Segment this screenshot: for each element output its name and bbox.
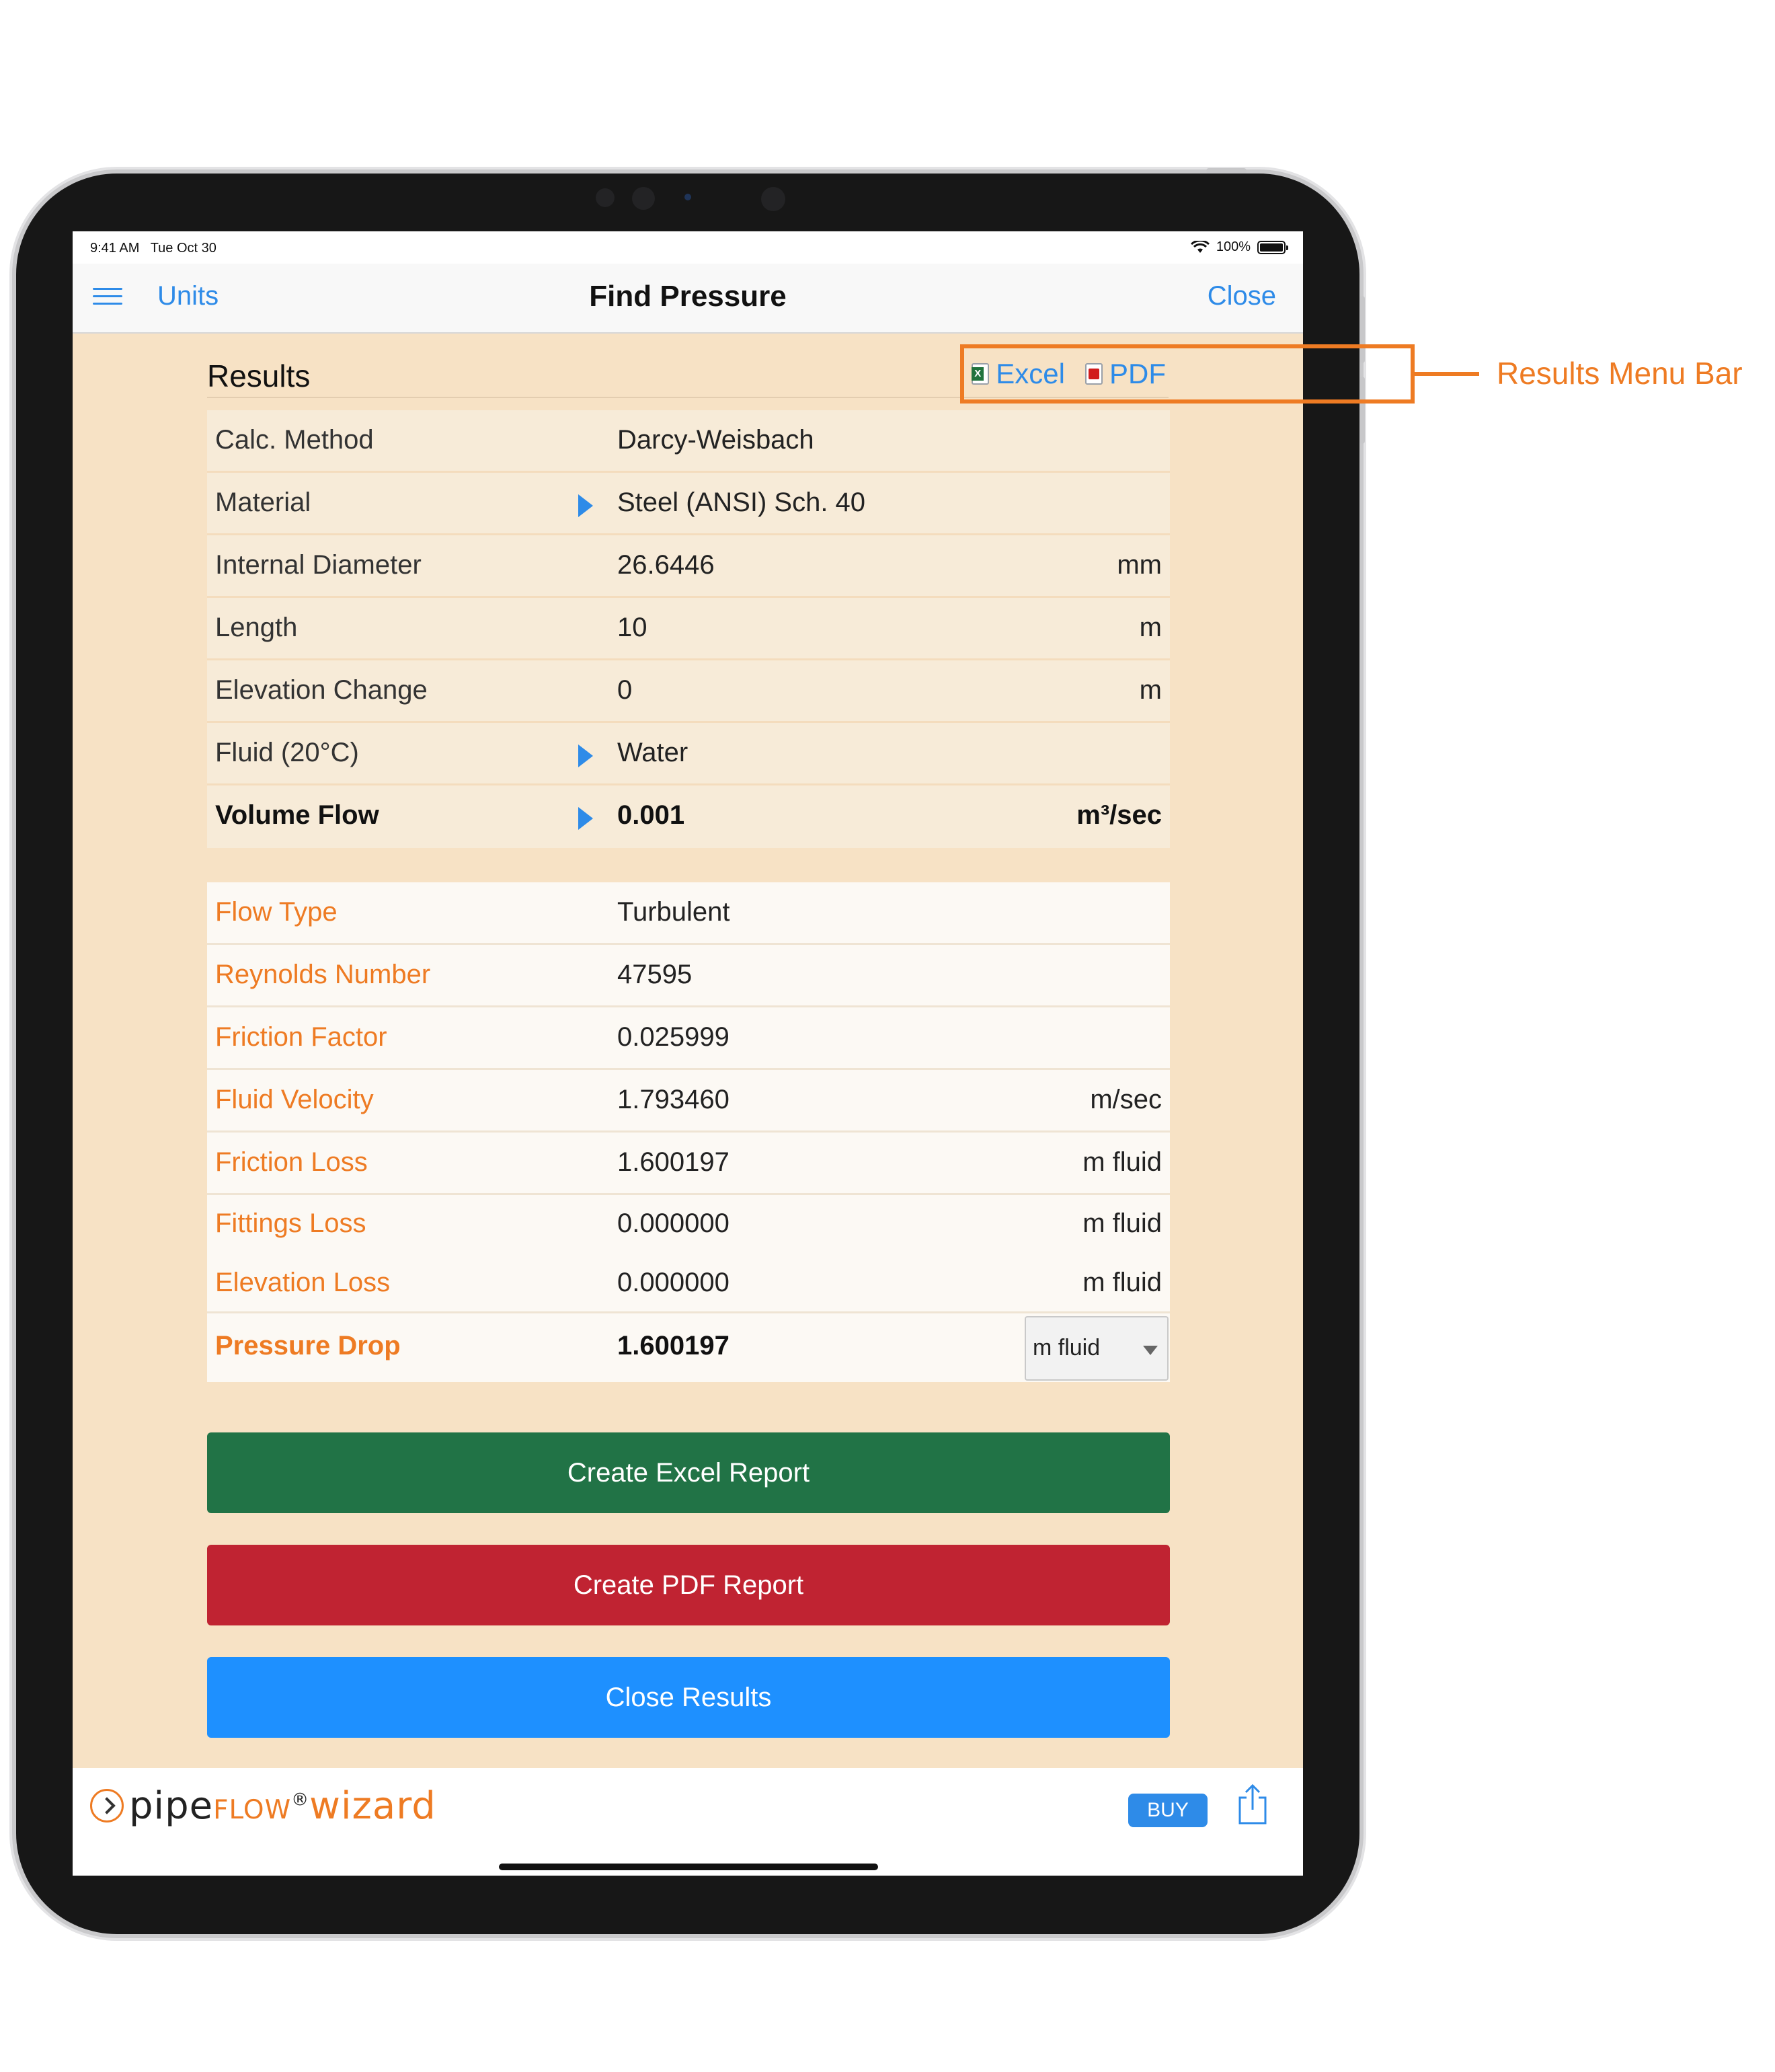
disclosure-arrow-icon[interactable] [578, 807, 593, 830]
status-date: Tue Oct 30 [150, 241, 216, 256]
status-bar: 9:41 AM Tue Oct 30 100% [73, 231, 1303, 264]
face-id-sensor [632, 187, 655, 210]
disclosure-arrow-icon[interactable] [578, 744, 593, 767]
output-value: 47595 [617, 960, 693, 989]
input-value: Darcy-Weisbach [617, 425, 814, 455]
navigation-bar: Units Find Pressure Close [73, 264, 1303, 334]
output-row-fluid-velocity: Fluid Velocity 1.793460 m/sec [207, 1070, 1170, 1133]
device-top-button [1206, 168, 1247, 174]
callout-connector-line [1415, 372, 1479, 376]
input-value: Water [617, 738, 688, 767]
pressure-drop-value: 1.600197 [617, 1331, 729, 1360]
status-time-date: 9:41 AM Tue Oct 30 [90, 241, 216, 256]
status-time: 9:41 AM [90, 241, 140, 256]
status-right: 100% [1190, 239, 1288, 255]
app-footer: pipeflow®wizard BUY [73, 1768, 1303, 1876]
output-row-elevation-loss: Elevation Loss 0.000000 m fluid [207, 1254, 1170, 1313]
pipeflow-wizard-logo: pipeflow®wizard [90, 1784, 436, 1828]
input-label: Fluid (20°C) [215, 738, 359, 767]
input-label: Internal Diameter [215, 550, 422, 580]
output-row-flow-type: Flow Type Turbulent [207, 882, 1170, 945]
output-row-fittings-loss: Fittings Loss 0.000000 m fluid [207, 1195, 1170, 1254]
logo-text-pipe: pipe [129, 1783, 214, 1828]
results-menu-bar-callout-box [960, 344, 1415, 404]
output-value: 0.025999 [617, 1022, 729, 1052]
input-row-length: Length 10 m [207, 598, 1170, 660]
input-unit: m [1139, 675, 1162, 705]
home-indicator[interactable] [499, 1864, 878, 1870]
output-row-friction-factor: Friction Factor 0.025999 [207, 1007, 1170, 1070]
input-label: Material [215, 488, 311, 517]
ipad-device-frame: 9:41 AM Tue Oct 30 100% Units Find Press… [16, 168, 1365, 1934]
output-unit: m fluid [1082, 1208, 1162, 1238]
output-table: Flow Type Turbulent Reynolds Number 4759… [207, 882, 1170, 1382]
output-label: Friction Factor [215, 1022, 387, 1052]
wifi-icon [1190, 240, 1210, 253]
logo-text: pipeflow®wizard [129, 1784, 436, 1828]
proximity-sensor [684, 194, 691, 200]
input-value: 10 [617, 613, 647, 642]
page-title: Find Pressure [589, 280, 787, 313]
input-label: Length [215, 613, 298, 642]
output-value: 1.600197 [617, 1147, 729, 1177]
results-title: Results [207, 358, 311, 393]
input-label: Elevation Change [215, 675, 428, 705]
logo-text-flow: flow [213, 1783, 292, 1828]
input-unit: m [1139, 613, 1162, 642]
input-value: 26.6446 [617, 550, 715, 580]
close-link[interactable]: Close [1208, 281, 1276, 311]
input-value: Steel (ANSI) Sch. 40 [617, 488, 866, 517]
logo-registered-mark: ® [291, 1789, 310, 1810]
close-results-button[interactable]: Close Results [207, 1657, 1170, 1738]
input-row-volume-flow[interactable]: Volume Flow 0.001 m³/sec [207, 785, 1170, 848]
output-label: Reynolds Number [215, 960, 431, 989]
output-value: Turbulent [617, 897, 730, 927]
logo-text-wizard: wizard [309, 1783, 436, 1828]
disclosure-arrow-icon[interactable] [578, 494, 593, 517]
output-label: Flow Type [215, 897, 338, 927]
output-label: Fluid Velocity [215, 1085, 374, 1114]
output-unit: m/sec [1090, 1085, 1162, 1114]
input-value: 0.001 [617, 800, 685, 830]
output-row-friction-loss: Friction Loss 1.600197 m fluid [207, 1133, 1170, 1195]
output-unit: m fluid [1082, 1268, 1162, 1297]
logo-chevron-icon [90, 1789, 124, 1822]
chevron-down-icon [1143, 1346, 1158, 1355]
output-label: Fittings Loss [215, 1208, 366, 1238]
create-excel-report-button[interactable]: Create Excel Report [207, 1432, 1170, 1513]
output-row-pressure-drop: Pressure Drop 1.600197 m fluid [207, 1313, 1170, 1382]
output-value: 1.793460 [617, 1085, 729, 1114]
input-row-fluid[interactable]: Fluid (20°C) Water [207, 723, 1170, 785]
input-unit: mm [1117, 550, 1162, 580]
buy-button[interactable]: BUY [1128, 1794, 1208, 1827]
callout-label: Results Menu Bar [1497, 356, 1743, 391]
input-table: Calc. Method Darcy-Weisbach Material Ste… [207, 410, 1170, 848]
app-screen: 9:41 AM Tue Oct 30 100% Units Find Press… [73, 231, 1303, 1876]
input-label: Volume Flow [215, 800, 379, 830]
battery-icon [1257, 240, 1288, 254]
output-value: 0.000000 [617, 1268, 729, 1297]
input-row-calc-method: Calc. Method Darcy-Weisbach [207, 410, 1170, 473]
battery-percent: 100% [1216, 239, 1251, 254]
output-label: Friction Loss [215, 1147, 368, 1177]
ambient-sensor [761, 187, 785, 211]
pressure-unit-selected: m fluid [1033, 1335, 1101, 1360]
units-link[interactable]: Units [157, 281, 219, 311]
input-row-internal-diameter: Internal Diameter 26.6446 mm [207, 535, 1170, 598]
output-row-reynolds-number: Reynolds Number 47595 [207, 945, 1170, 1007]
share-icon[interactable] [1237, 1783, 1268, 1826]
output-unit: m fluid [1082, 1147, 1162, 1177]
input-label: Calc. Method [215, 425, 374, 455]
pressure-unit-select[interactable]: m fluid [1025, 1316, 1169, 1381]
input-value: 0 [617, 675, 633, 705]
hamburger-icon[interactable] [93, 282, 122, 312]
output-label: Elevation Loss [215, 1268, 391, 1297]
input-row-material[interactable]: Material Steel (ANSI) Sch. 40 [207, 473, 1170, 535]
output-value: 0.000000 [617, 1208, 729, 1238]
pressure-drop-label: Pressure Drop [215, 1331, 401, 1360]
input-row-elevation-change: Elevation Change 0 m [207, 660, 1170, 723]
create-pdf-report-button[interactable]: Create PDF Report [207, 1545, 1170, 1625]
input-unit: m³/sec [1076, 800, 1162, 830]
front-camera [596, 188, 615, 207]
